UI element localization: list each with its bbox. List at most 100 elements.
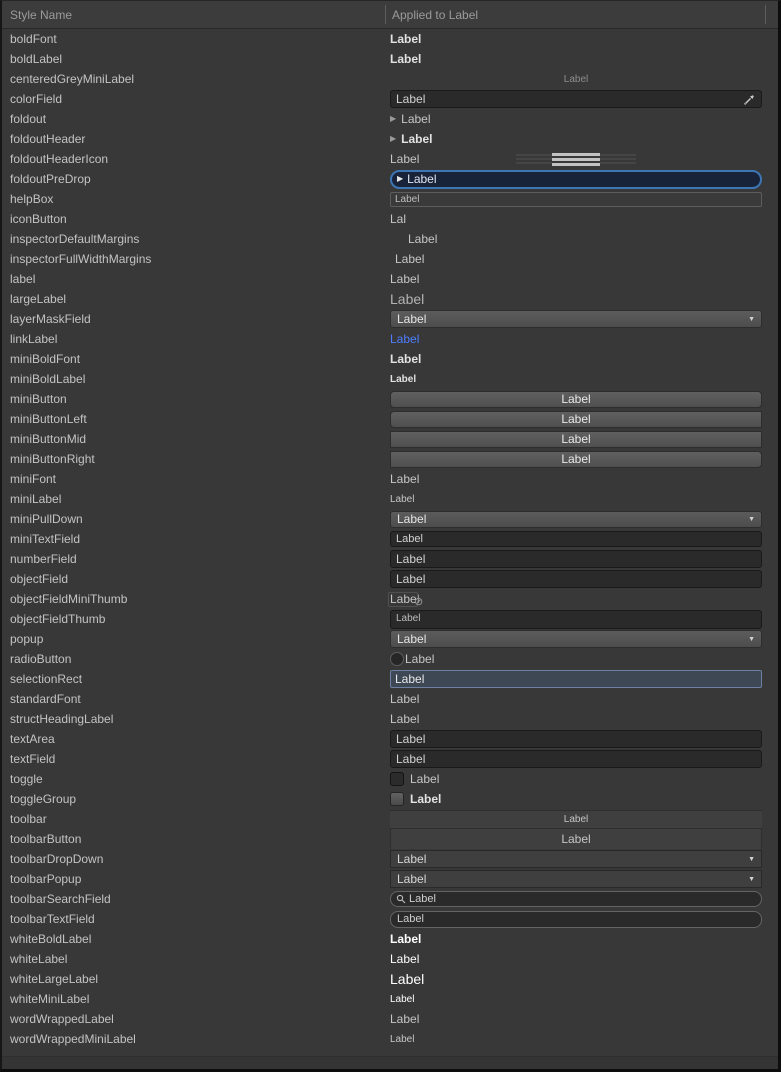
style-row-miniButtonLeft[interactable]: miniButtonLeft Label xyxy=(2,409,778,429)
style-row-toolbarButton[interactable]: toolbarButton Label xyxy=(2,829,778,849)
object-field-mini-thumb[interactable]: Label ⊘ xyxy=(390,592,419,606)
style-row-toolbarTextField[interactable]: toolbarTextField Label xyxy=(2,909,778,929)
mini-text-field[interactable]: Label xyxy=(390,531,762,547)
style-row-toggle[interactable]: toggle Label xyxy=(2,769,778,789)
style-row-toolbarPopup[interactable]: toolbarPopup Label ▼ xyxy=(2,869,778,889)
style-row-miniLabel[interactable]: miniLabel Label xyxy=(2,489,778,509)
style-row-foldoutHeader[interactable]: foldoutHeader ▶ Label xyxy=(2,129,778,149)
icon-button-sample[interactable]: Lal xyxy=(390,212,406,226)
style-row-objectField[interactable]: objectField Label xyxy=(2,569,778,589)
toolbar-text-field[interactable]: Label xyxy=(390,911,762,928)
style-row-helpBox[interactable]: helpBox Label xyxy=(2,189,778,209)
mini-bold-label-sample: Label xyxy=(390,374,416,385)
style-row-numberField[interactable]: numberField Label xyxy=(2,549,778,569)
style-row-largeLabel[interactable]: largeLabel Label xyxy=(2,289,778,309)
toolbar-dropdown[interactable]: Label ▼ xyxy=(390,850,762,868)
style-row-toolbarDropDown[interactable]: toolbarDropDown Label ▼ xyxy=(2,849,778,869)
foldout-arrow-icon[interactable]: ▶ xyxy=(390,115,396,123)
white-mini-label-sample: Label xyxy=(390,994,414,1005)
mini-button-left[interactable]: Label xyxy=(390,411,762,428)
button-label: Label xyxy=(561,412,590,426)
popup-dropdown[interactable]: Label ▼ xyxy=(390,630,762,648)
column-header: Style Name Applied to Label xyxy=(2,1,778,29)
radio-button[interactable] xyxy=(390,652,404,666)
style-row-popup[interactable]: popup Label ▼ xyxy=(2,629,778,649)
style-row-objectFieldMiniThumb[interactable]: objectFieldMiniThumb Label ⊘ xyxy=(2,589,778,609)
style-row-textField[interactable]: textField Label xyxy=(2,749,778,769)
layer-mask-dropdown[interactable]: Label ▼ xyxy=(390,310,762,328)
toolbar-search-field[interactable]: Label xyxy=(390,891,762,907)
object-field-thumb[interactable]: Label xyxy=(390,610,762,629)
style-row-toolbarSearchField[interactable]: toolbarSearchField Label xyxy=(2,889,778,909)
style-row-whiteLargeLabel[interactable]: whiteLargeLabel Label xyxy=(2,969,778,989)
toolbar-button[interactable]: Label xyxy=(390,829,762,849)
style-row-whiteBoldLabel[interactable]: whiteBoldLabel Label xyxy=(2,929,778,949)
style-row-colorField[interactable]: colorField Label xyxy=(2,89,778,109)
style-name: helpBox xyxy=(2,192,390,206)
style-row-inspectorFullWidthMargins[interactable]: inspectorFullWidthMargins Label xyxy=(2,249,778,269)
checkbox[interactable] xyxy=(390,772,404,786)
style-row-toggleGroup[interactable]: toggleGroup Label xyxy=(2,789,778,809)
style-row-whiteLabel[interactable]: whiteLabel Label xyxy=(2,949,778,969)
style-row-miniFont[interactable]: miniFont Label xyxy=(2,469,778,489)
style-row-layerMaskField[interactable]: layerMaskField Label ▼ xyxy=(2,309,778,329)
style-row-boldFont[interactable]: boldFont Label xyxy=(2,29,778,49)
column-divider[interactable] xyxy=(765,5,766,24)
text-field[interactable]: Label xyxy=(390,750,762,768)
object-field[interactable]: Label xyxy=(390,570,762,588)
style-row-iconButton[interactable]: iconButton Lal xyxy=(2,209,778,229)
style-row-inspectorDefaultMargins[interactable]: inspectorDefaultMargins Label xyxy=(2,229,778,249)
mini-button-right[interactable]: Label xyxy=(390,451,762,468)
selection-rect[interactable]: Label xyxy=(390,670,762,688)
style-name: miniTextField xyxy=(2,532,390,546)
style-row-foldout[interactable]: foldout ▶ Label xyxy=(2,109,778,129)
style-row-wordWrappedLabel[interactable]: wordWrappedLabel Label xyxy=(2,1009,778,1029)
style-row-miniButton[interactable]: miniButton Label xyxy=(2,389,778,409)
style-row-foldoutHeaderIcon[interactable]: foldoutHeaderIcon Label xyxy=(2,149,778,169)
style-row-centeredGreyMiniLabel[interactable]: centeredGreyMiniLabel Label xyxy=(2,69,778,89)
style-row-selectionRect[interactable]: selectionRect Label xyxy=(2,669,778,689)
style-row-foldoutPreDrop[interactable]: foldoutPreDrop ▶ Label xyxy=(2,169,778,189)
toolbar-popup[interactable]: Label ▼ xyxy=(390,870,762,888)
style-name: inspectorFullWidthMargins xyxy=(2,252,390,266)
style-row-standardFont[interactable]: standardFont Label xyxy=(2,689,778,709)
column-header-style-name[interactable]: Style Name xyxy=(2,8,386,22)
object-picker-icon[interactable]: ⊘ xyxy=(414,595,423,608)
style-name: foldoutHeader xyxy=(2,132,390,146)
mini-button-mid[interactable]: Label xyxy=(390,431,762,448)
dropdown-text: Label xyxy=(397,632,426,646)
style-row-linkLabel[interactable]: linkLabel Label xyxy=(2,329,778,349)
style-row-whiteMiniLabel[interactable]: whiteMiniLabel Label xyxy=(2,989,778,1009)
foldout-predrop-highlight[interactable]: ▶ Label xyxy=(390,170,762,189)
button-label: Label xyxy=(561,432,590,446)
style-row-miniButtonMid[interactable]: miniButtonMid Label xyxy=(2,429,778,449)
text-area[interactable]: Label xyxy=(390,730,762,748)
style-row-miniTextField[interactable]: miniTextField Label xyxy=(2,529,778,549)
style-row-miniBoldFont[interactable]: miniBoldFont Label xyxy=(2,349,778,369)
column-header-applied-to-label[interactable]: Applied to Label xyxy=(386,8,778,22)
foldout-arrow-icon[interactable]: ▶ xyxy=(390,135,396,143)
style-row-structHeadingLabel[interactable]: structHeadingLabel Label xyxy=(2,709,778,729)
link-label-sample[interactable]: Label xyxy=(390,332,419,346)
style-row-miniBoldLabel[interactable]: miniBoldLabel Label xyxy=(2,369,778,389)
column-divider[interactable] xyxy=(385,5,386,24)
style-row-boldLabel[interactable]: boldLabel Label xyxy=(2,49,778,69)
eyedropper-icon[interactable] xyxy=(743,93,756,106)
style-row-textArea[interactable]: textArea Label xyxy=(2,729,778,749)
foldout-label: Label xyxy=(401,112,430,126)
mini-button[interactable]: Label xyxy=(390,391,762,408)
number-field[interactable]: Label xyxy=(390,550,762,568)
checkbox[interactable] xyxy=(390,792,404,806)
style-row-wordWrappedMiniLabel[interactable]: wordWrappedMiniLabel Label xyxy=(2,1029,778,1049)
style-row-toolbar[interactable]: toolbar Label xyxy=(2,809,778,829)
style-row-objectFieldThumb[interactable]: objectFieldThumb Label xyxy=(2,609,778,629)
style-row-miniPullDown[interactable]: miniPullDown Label ▼ xyxy=(2,509,778,529)
style-row-miniButtonRight[interactable]: miniButtonRight Label xyxy=(2,449,778,469)
chevron-down-icon: ▼ xyxy=(748,516,755,523)
mini-pulldown[interactable]: Label ▼ xyxy=(390,511,762,528)
color-field[interactable]: Label xyxy=(390,90,762,108)
options-menu-icon[interactable] xyxy=(390,149,762,169)
style-name: miniBoldLabel xyxy=(2,372,390,386)
style-row-label[interactable]: label Label xyxy=(2,269,778,289)
style-row-radioButton[interactable]: radioButton Label xyxy=(2,649,778,669)
